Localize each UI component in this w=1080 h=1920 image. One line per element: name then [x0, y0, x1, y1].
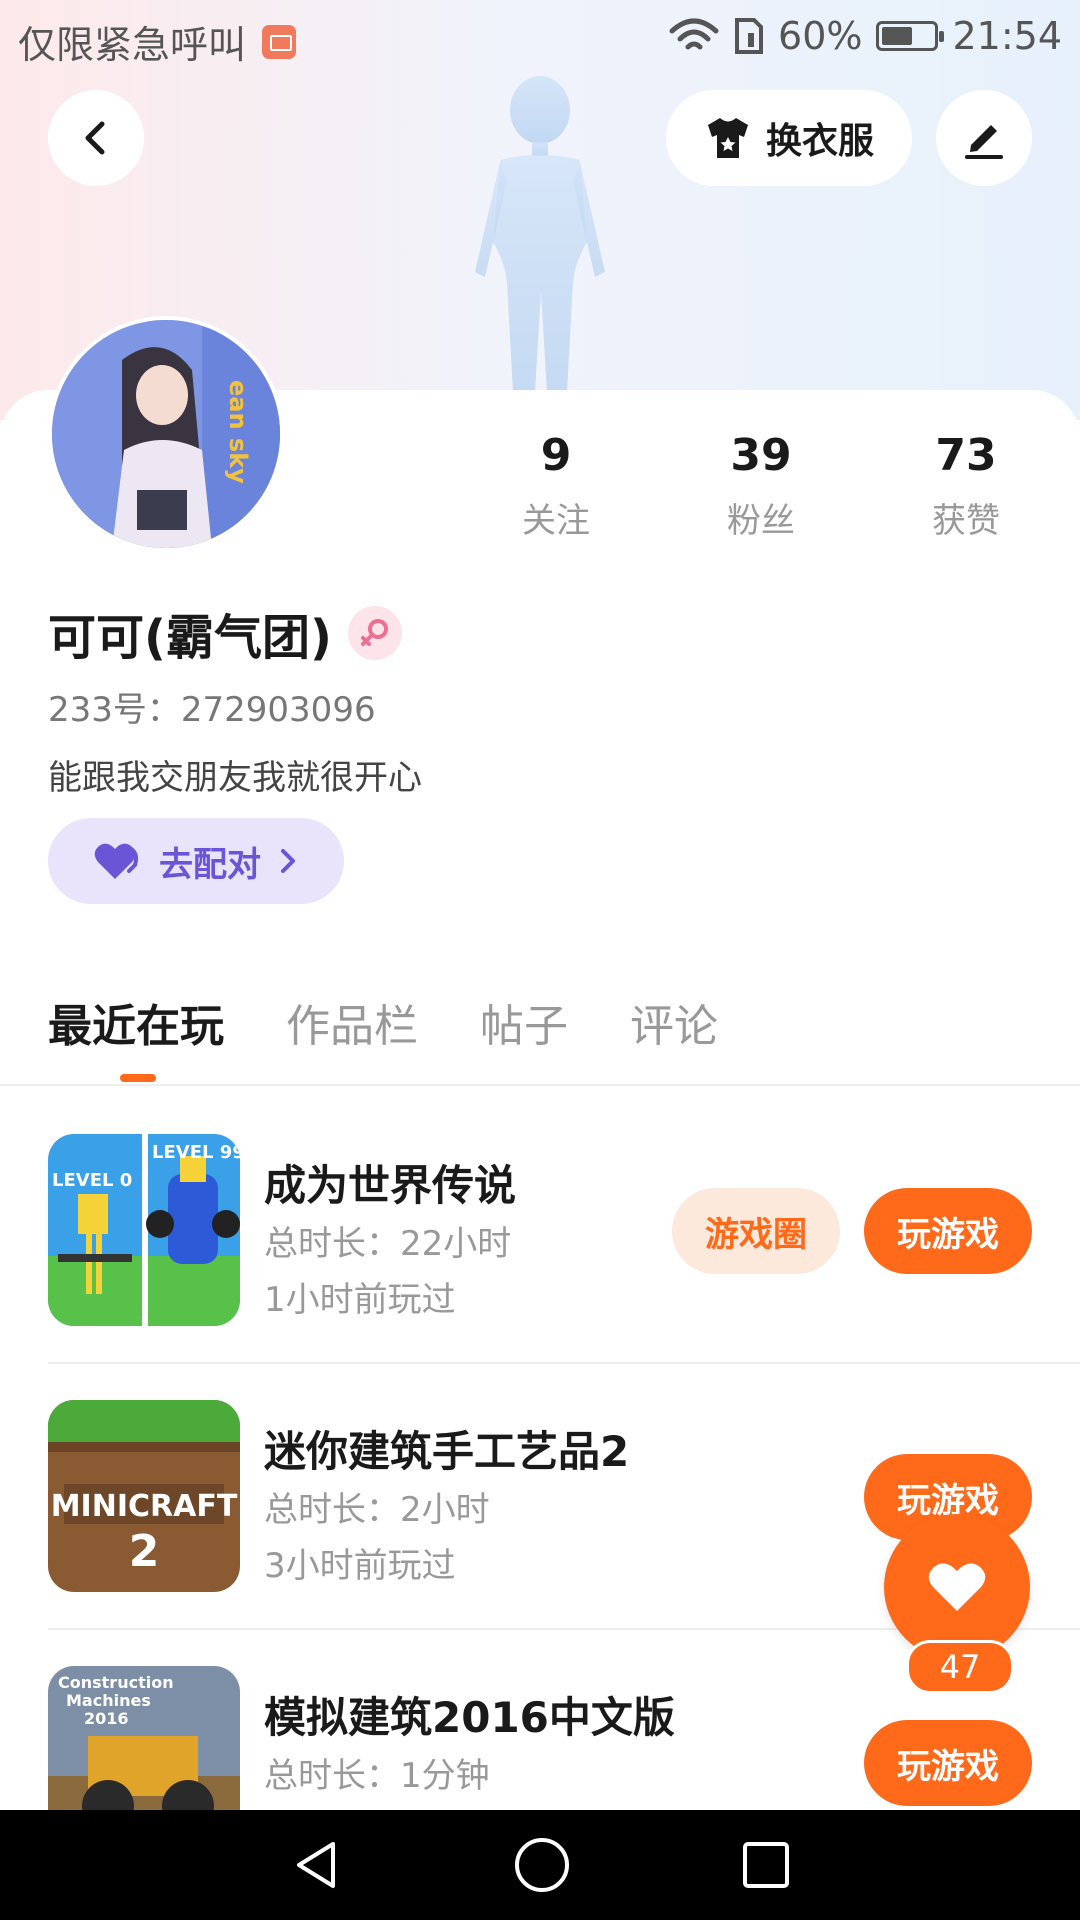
game-last-played: 1小时前玩过 [264, 1280, 456, 1320]
game-icon: Construction Machines 2016 [48, 1666, 240, 1810]
svg-text:ean sky: ean sky [224, 380, 252, 484]
following-label: 关注 [522, 501, 590, 541]
game-icon: LEVEL 0 LEVEL 999 [48, 1134, 240, 1326]
change-outfit-label: 换衣服 [765, 121, 874, 162]
like-count: 47 [906, 1640, 1014, 1694]
bio: 能跟我交朋友我就很开心 [48, 758, 422, 798]
likes-label: 获赞 [932, 501, 1000, 541]
wifi-icon [669, 18, 719, 50]
game-name: 成为世界传说 [264, 1161, 517, 1210]
game-row[interactable]: LEVEL 0 LEVEL 999 成为世界传说 总时长：22小时 1小时前玩过… [48, 1134, 1080, 1354]
status-bar: 仅限紧急呼叫 60% 21:54 [0, 0, 1080, 76]
clock: 21:54 [952, 14, 1062, 58]
game-duration: 总时长：2小时 [264, 1490, 490, 1530]
play-game-button[interactable]: 玩游戏 [864, 1720, 1032, 1806]
avatar-illustration: ean sky [52, 320, 280, 548]
profile-tabs: 最近在玩 作品栏 帖子 评论 [48, 990, 718, 1082]
row-divider [48, 1362, 1080, 1364]
followers-stat[interactable]: 39 粉丝 [681, 430, 841, 542]
mail-notification-icon [262, 24, 297, 59]
following-stat[interactable]: 9 关注 [476, 430, 636, 542]
carrier-text: 仅限紧急呼叫 [18, 23, 247, 67]
game-circle-button[interactable]: 游戏圈 [672, 1188, 840, 1274]
match-button[interactable]: 去配对 [48, 818, 344, 904]
svg-text:2016: 2016 [84, 1709, 129, 1728]
edit-profile-button[interactable] [936, 90, 1032, 186]
following-count: 9 [540, 430, 572, 481]
system-navigation-bar [0, 1810, 1080, 1920]
tab-works[interactable]: 作品栏 [286, 990, 418, 1054]
nav-back-icon[interactable] [289, 1838, 343, 1892]
svg-text:MINICRAFT: MINICRAFT [51, 1489, 238, 1524]
nav-home-icon[interactable] [513, 1836, 571, 1894]
tab-recently-played[interactable]: 最近在玩 [48, 990, 224, 1082]
play-game-button[interactable]: 玩游戏 [864, 1188, 1032, 1274]
tab-comments[interactable]: 评论 [630, 990, 718, 1054]
svg-text:2: 2 [129, 1526, 160, 1577]
avatar-3d-figure [475, 76, 605, 392]
avatar[interactable]: ean sky [48, 316, 284, 552]
tshirt-icon [707, 118, 748, 158]
followers-count: 39 [730, 430, 792, 481]
chevron-right-icon [281, 849, 295, 873]
game-last-played: 3小时前玩过 [264, 1546, 456, 1586]
back-button[interactable] [48, 90, 144, 186]
battery-icon [876, 21, 945, 51]
svg-text:Construction: Construction [58, 1673, 174, 1692]
svg-text:LEVEL 0: LEVEL 0 [52, 1170, 132, 1191]
game-name: 模拟建筑2016中文版 [264, 1693, 675, 1742]
heart-icon [94, 843, 138, 879]
game-icon: MINICRAFT 2 [48, 1400, 240, 1592]
sim-icon [735, 18, 764, 54]
battery-percent: 60% [778, 14, 863, 58]
user-id: 233号：272903096 [48, 690, 376, 730]
game-duration: 总时长：22小时 [264, 1224, 512, 1264]
svg-text:LEVEL 999: LEVEL 999 [152, 1142, 240, 1163]
nav-recents-icon[interactable] [741, 1840, 791, 1890]
heart-icon [928, 1563, 986, 1611]
followers-label: 粉丝 [727, 501, 795, 541]
tabs-divider [0, 1084, 1080, 1086]
back-arrow-icon [85, 121, 105, 155]
nickname-row: 可可(霸气团) [48, 598, 402, 668]
change-outfit-button[interactable]: 换衣服 [666, 90, 912, 186]
nickname: 可可(霸气团) [48, 610, 332, 666]
female-icon [347, 606, 402, 660]
likes-count: 73 [935, 430, 997, 481]
match-label: 去配对 [159, 844, 261, 885]
like-button[interactable] [884, 1514, 1030, 1660]
tab-posts[interactable]: 帖子 [480, 990, 568, 1054]
pencil-icon [965, 125, 1003, 159]
svg-text:Machines: Machines [66, 1691, 151, 1710]
game-duration: 总时长：1分钟 [264, 1756, 490, 1796]
game-name: 迷你建筑手工艺品2 [264, 1427, 630, 1476]
likes-stat[interactable]: 73 获赞 [886, 430, 1046, 542]
